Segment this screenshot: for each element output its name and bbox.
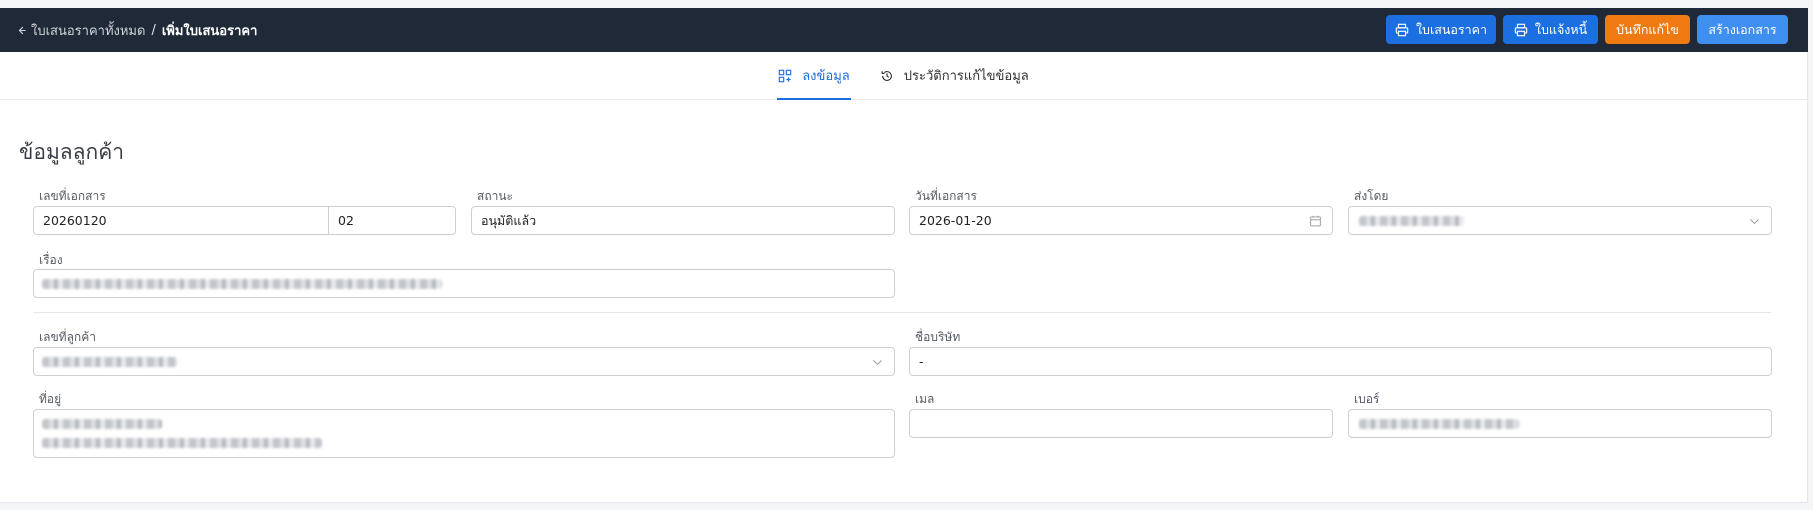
tab-bar: ลงข้อมูล ประวัติการแก้ไขข้อมูล bbox=[0, 52, 1807, 100]
status-value: อนุมัติแล้ว bbox=[481, 212, 537, 228]
create-document-button[interactable]: สร้างเอกสาร bbox=[1697, 15, 1788, 44]
breadcrumb-separator: / bbox=[151, 22, 156, 38]
section-title: ข้อมูลลูกค้า bbox=[19, 140, 125, 164]
section-divider bbox=[33, 312, 1771, 313]
content-bottom-border bbox=[0, 502, 1808, 503]
document-number-suffix-input[interactable]: 02 bbox=[328, 206, 456, 235]
arrow-left-icon bbox=[18, 26, 26, 34]
customer-number-redacted-value bbox=[42, 357, 177, 367]
status-label: สถานะ bbox=[477, 189, 513, 203]
main-content: ลงข้อมูล ประวัติการแก้ไขข้อมูล ข้อมูลลูก… bbox=[0, 52, 1808, 503]
address-textarea[interactable] bbox=[33, 409, 895, 458]
status-field[interactable]: อนุมัติแล้ว bbox=[471, 206, 895, 235]
back-link[interactable]: ใบเสนอราคาทั้งหมด bbox=[16, 20, 145, 41]
printer-icon bbox=[1395, 23, 1409, 36]
chevron-down-icon bbox=[1748, 214, 1761, 227]
company-name-label: ชื่อบริษัท bbox=[915, 330, 961, 344]
layout-grid-icon bbox=[778, 69, 792, 82]
document-number-input[interactable]: 20260120 bbox=[33, 206, 329, 235]
breadcrumb: ใบเสนอราคาทั้งหมด / เพิ่มใบเสนอราคา bbox=[16, 20, 257, 41]
phone-redacted-value bbox=[1359, 419, 1519, 429]
customer-number-select[interactable] bbox=[33, 347, 895, 376]
tab-edit-history-label: ประวัติการแก้ไขข้อมูล bbox=[903, 69, 1029, 84]
print-invoice-label: ใบแจ้งหนี้ bbox=[1534, 21, 1588, 37]
print-quotation-label: ใบเสนอราคา bbox=[1415, 21, 1488, 37]
email-label: เมล bbox=[915, 392, 935, 406]
phone-input[interactable] bbox=[1348, 409, 1772, 438]
print-invoice-button[interactable]: ใบแจ้งหนี้ bbox=[1503, 15, 1598, 44]
back-link-label: ใบเสนอราคาทั้งหมด bbox=[31, 23, 146, 39]
email-input[interactable] bbox=[909, 409, 1333, 438]
print-quotation-button[interactable]: ใบเสนอราคา bbox=[1386, 15, 1496, 44]
tab-data-entry-label: ลงข้อมูล bbox=[802, 69, 850, 84]
phone-label: เบอร์ bbox=[1354, 392, 1380, 406]
subject-redacted-value bbox=[42, 279, 442, 289]
tab-edit-history[interactable]: ประวัติการแก้ไขข้อมูล bbox=[879, 52, 1030, 99]
page-title: เพิ่มใบเสนอราคา bbox=[161, 23, 258, 39]
chevron-down-icon bbox=[871, 355, 884, 368]
document-number-label: เลขที่เอกสาร bbox=[39, 189, 106, 203]
document-date-input[interactable]: 2026-01-20 bbox=[909, 206, 1333, 235]
sent-by-redacted-value bbox=[1359, 216, 1464, 226]
tab-data-entry[interactable]: ลงข้อมูล bbox=[777, 52, 851, 100]
sent-by-select[interactable] bbox=[1348, 206, 1772, 235]
document-date-label: วันที่เอกสาร bbox=[915, 189, 977, 203]
calendar-icon[interactable] bbox=[1309, 214, 1322, 227]
history-icon bbox=[881, 70, 892, 81]
customer-number-label: เลขที่ลูกค้า bbox=[39, 330, 96, 344]
subject-input[interactable] bbox=[33, 269, 895, 298]
address-redacted-line-2 bbox=[42, 438, 322, 448]
document-date-value: 2026-01-20 bbox=[919, 213, 992, 228]
address-redacted-line-1 bbox=[42, 419, 162, 429]
company-name-input[interactable]: - bbox=[909, 347, 1772, 376]
sent-by-label: ส่งโดย bbox=[1354, 189, 1389, 203]
address-label: ที่อยู่ bbox=[39, 392, 62, 406]
printer-icon bbox=[1514, 23, 1528, 36]
header-actions: ใบเสนอราคา ใบแจ้งหนี้ บันทึกแก้ไข สร้างเ… bbox=[1386, 15, 1788, 44]
subject-label: เรื่อง bbox=[39, 253, 63, 267]
save-edit-button[interactable]: บันทึกแก้ไข bbox=[1605, 15, 1690, 44]
top-bar: ใบเสนอราคาทั้งหมด / เพิ่มใบเสนอราคา ใบเส… bbox=[0, 8, 1808, 52]
